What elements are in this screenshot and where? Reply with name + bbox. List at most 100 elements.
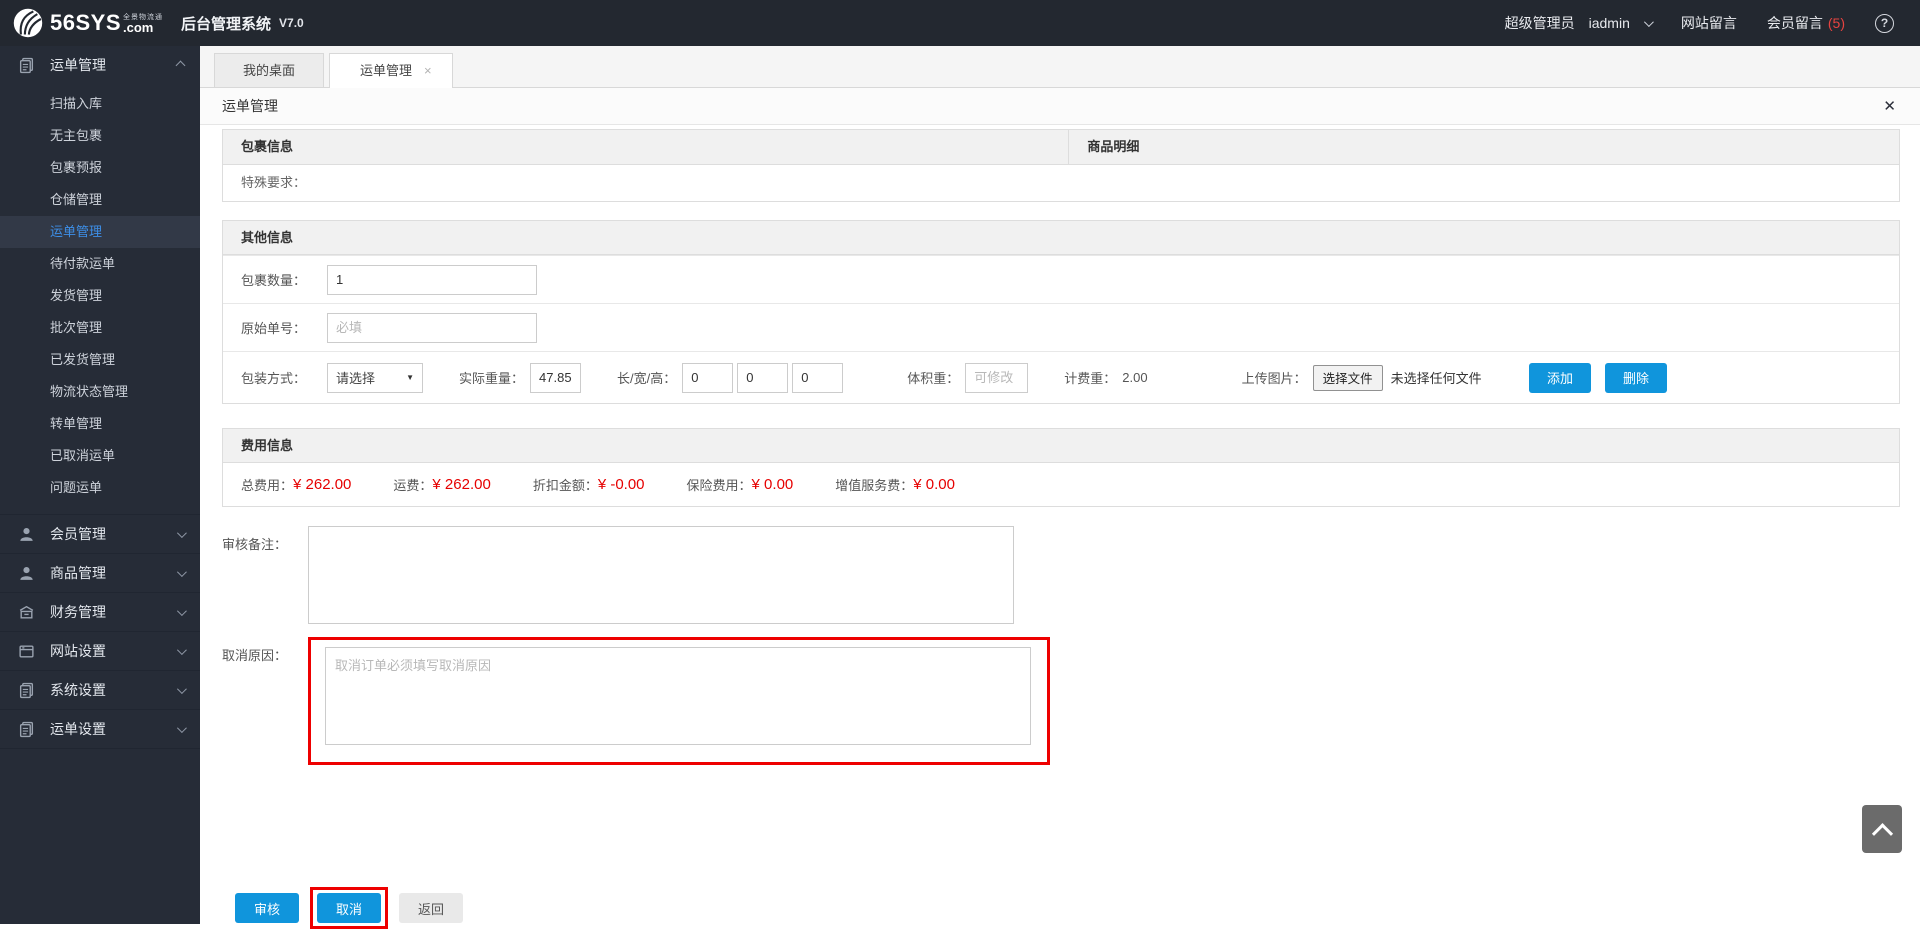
waybill-settings-icon: [18, 721, 35, 738]
help-icon[interactable]: ?: [1875, 14, 1894, 33]
member-messages-link[interactable]: 会员留言 (5): [1767, 13, 1845, 33]
sidebar-section-member-management[interactable]: 会员管理: [0, 515, 200, 553]
website-icon: [18, 643, 35, 660]
special-request-row: 特殊要求：: [223, 164, 1899, 201]
site-messages-link[interactable]: 网站留言: [1681, 13, 1737, 33]
sidebar-item-unclaimed-packages[interactable]: 无主包裹: [0, 120, 200, 152]
sidebar-item-shipped-management[interactable]: 已发货管理: [0, 344, 200, 376]
panel-header: 运单管理 ✕: [200, 88, 1920, 125]
shipping-fee-value: ¥ 262.00: [432, 476, 490, 493]
brand-logo-icon: [12, 7, 44, 39]
action-buttons: 审核 取消 返回: [222, 887, 1900, 929]
package-qty-label: 包裹数量：: [241, 270, 327, 289]
sidebar-item-batch-management[interactable]: 批次管理: [0, 312, 200, 344]
brand-domain: .com: [123, 22, 153, 34]
caret-down-icon: ▼: [406, 373, 414, 382]
actual-weight-input[interactable]: [530, 363, 581, 393]
annotation-highlight-box: 取消: [310, 887, 388, 929]
height-input[interactable]: [792, 363, 843, 393]
close-icon[interactable]: ✕: [1883, 97, 1896, 115]
sidebar-item-transfer-management[interactable]: 转单管理: [0, 408, 200, 440]
app-version: V7.0: [279, 16, 304, 30]
chevron-down-icon: [177, 567, 187, 577]
chevron-down-icon: [177, 528, 187, 538]
chevron-up-icon: [1871, 823, 1892, 844]
tab-close-icon[interactable]: ×: [424, 63, 432, 78]
actual-weight-label: 实际重量：: [459, 368, 524, 387]
chevron-up-icon: [176, 60, 186, 70]
cancel-button[interactable]: 取消: [317, 893, 381, 923]
insurance-fee-value: ¥ 0.00: [752, 476, 794, 493]
chevron-down-icon: [177, 723, 187, 733]
sidebar-item-waybill-management[interactable]: 运单管理: [0, 216, 200, 248]
annotation-highlight-box: [308, 637, 1050, 765]
sidebar-section-waybill-management[interactable]: 运单管理: [0, 46, 200, 84]
special-request-label: 特殊要求：: [241, 175, 306, 190]
sidebar-item-scan-inbound[interactable]: 扫描入库: [0, 88, 200, 120]
sidebar-item-logistics-status[interactable]: 物流状态管理: [0, 376, 200, 408]
total-fee-value: ¥ 262.00: [293, 476, 351, 493]
review-remark-label: 审核备注：: [222, 526, 308, 624]
original-no-row: 原始单号：: [223, 303, 1899, 351]
logo: 56SYS 全景物流通 .com 后台管理系统 V7.0: [12, 7, 304, 39]
chevron-down-icon: [177, 606, 187, 616]
fee-info-title: 费用信息: [223, 429, 1899, 463]
sidebar-section-product-management[interactable]: 商品管理: [0, 554, 200, 592]
tab-my-desktop[interactable]: 我的桌面: [214, 53, 324, 87]
sidebar-section-finance-management[interactable]: 财务管理: [0, 593, 200, 631]
finance-icon: [18, 604, 35, 621]
dims-label: 长/宽/高：: [617, 368, 676, 387]
sidebar-item-package-forecast[interactable]: 包裹预报: [0, 152, 200, 184]
user-menu[interactable]: 超级管理员 iadmin: [1505, 13, 1651, 33]
user-role: 超级管理员: [1505, 13, 1575, 33]
tab-waybill-management[interactable]: 运单管理×: [329, 53, 453, 88]
sidebar-section-website-settings[interactable]: 网站设置: [0, 632, 200, 670]
brand-name: 56SYS: [50, 12, 121, 34]
main-area: 我的桌面 运单管理× 运单管理 ✕ 包裹信息 商品明细 特殊要求： 其他信息 包…: [200, 46, 1920, 924]
back-button[interactable]: 返回: [399, 893, 463, 923]
insurance-fee: 保险费用： ¥ 0.00: [687, 475, 794, 494]
cancel-reason-textarea[interactable]: [325, 647, 1031, 745]
choose-file-button[interactable]: 选择文件: [1313, 365, 1383, 391]
cancel-reason-row: 取消原因：: [222, 637, 1900, 765]
add-button[interactable]: 添加: [1529, 363, 1591, 393]
packing-select[interactable]: 请选择 ▼: [327, 363, 423, 393]
sidebar: 运单管理 扫描入库 无主包裹 包裹预报 仓储管理 运单管理 待付款运单 发货管理…: [0, 46, 200, 924]
topbar: 56SYS 全景物流通 .com 后台管理系统 V7.0 超级管理员 iadmi…: [0, 0, 1920, 46]
waybill-icon: [18, 57, 35, 74]
package-table: 包裹信息 商品明细 特殊要求：: [222, 129, 1900, 202]
original-no-label: 原始单号：: [241, 318, 327, 337]
review-remark-textarea[interactable]: [308, 526, 1014, 624]
review-button[interactable]: 审核: [235, 893, 299, 923]
scroll-to-top-button[interactable]: [1862, 805, 1902, 853]
original-no-input[interactable]: [327, 313, 537, 343]
shipping-fee: 运费： ¥ 262.00: [393, 475, 490, 494]
review-remark-row: 审核备注：: [222, 526, 1900, 624]
value-added-service-fee: 增值服务费： ¥ 0.00: [835, 475, 955, 494]
width-input[interactable]: [737, 363, 788, 393]
sidebar-item-pending-payment-waybills[interactable]: 待付款运单: [0, 248, 200, 280]
package-qty-input[interactable]: [327, 265, 537, 295]
length-input[interactable]: [682, 363, 733, 393]
sidebar-item-shipping-management[interactable]: 发货管理: [0, 280, 200, 312]
app-title: 后台管理系统: [181, 13, 271, 34]
sidebar-item-warehouse-management[interactable]: 仓储管理: [0, 184, 200, 216]
volume-weight-input[interactable]: [965, 363, 1028, 393]
no-file-selected-text: 未选择任何文件: [1391, 368, 1482, 387]
tab-strip: 我的桌面 运单管理×: [200, 46, 1920, 88]
user-name: iadmin: [1589, 15, 1630, 31]
delete-button[interactable]: 删除: [1605, 363, 1667, 393]
packing-label: 包装方式：: [241, 368, 327, 387]
column-header-package-info: 包裹信息: [223, 130, 1069, 164]
sidebar-item-problem-waybills[interactable]: 问题运单: [0, 472, 200, 504]
sidebar-section-waybill-settings[interactable]: 运单设置: [0, 710, 200, 748]
billing-weight-value: 2.00: [1122, 370, 1147, 385]
total-fee: 总费用： ¥ 262.00: [241, 475, 351, 494]
chevron-down-icon: [177, 645, 187, 655]
chevron-down-icon: [177, 684, 187, 694]
packing-row: 包装方式： 请选择 ▼ 实际重量： 长/宽/高： 体积重：: [223, 351, 1899, 403]
volume-weight-label: 体积重：: [907, 368, 959, 387]
sidebar-section-system-settings[interactable]: 系统设置: [0, 671, 200, 709]
sidebar-item-cancelled-waybills[interactable]: 已取消运单: [0, 440, 200, 472]
waybill-submenu: 扫描入库 无主包裹 包裹预报 仓储管理 运单管理 待付款运单 发货管理 批次管理…: [0, 84, 200, 514]
